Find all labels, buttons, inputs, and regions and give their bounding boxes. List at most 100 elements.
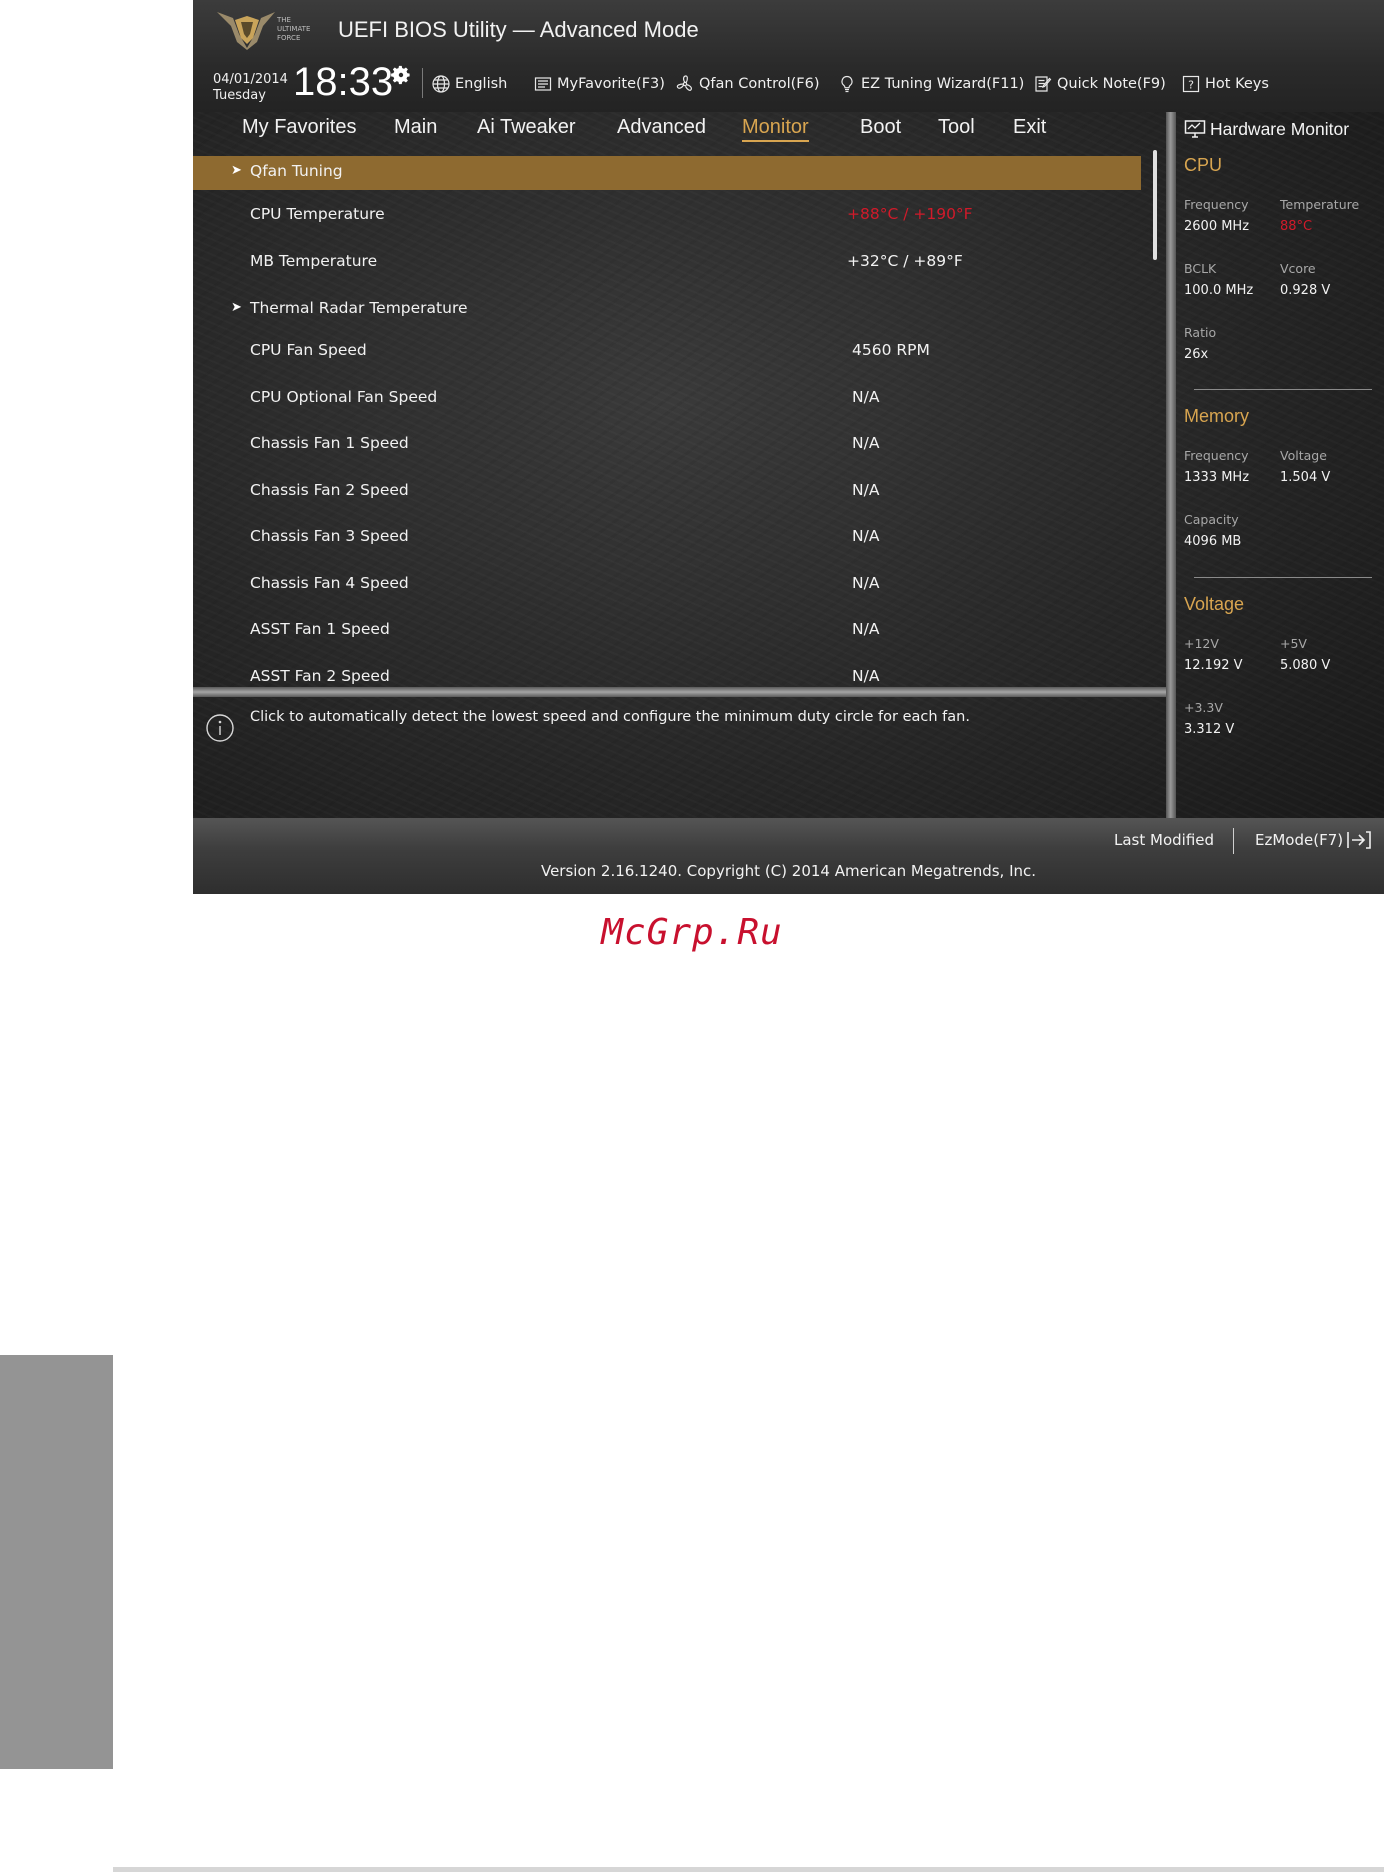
capacity-label: Capacity bbox=[1184, 512, 1239, 527]
ez-tuning-wizard-button[interactable]: EZ Tuning Wizard(F11) bbox=[837, 72, 1024, 96]
vcore-value: 0.928 V bbox=[1280, 283, 1331, 298]
hot-keys-button[interactable]: ? Hot Keys bbox=[1181, 72, 1269, 96]
scrollbar-thumb[interactable] bbox=[1153, 150, 1157, 260]
bclk-label: BCLK bbox=[1184, 261, 1217, 276]
cpu-fan-speed-row[interactable]: CPU Fan Speed 4560 RPM bbox=[193, 335, 1141, 369]
tab-exit[interactable]: Exit bbox=[1013, 116, 1046, 139]
date-text: 04/01/2014 bbox=[213, 72, 288, 87]
chassis-fan-3-row[interactable]: Chassis Fan 3 Speed N/A bbox=[193, 521, 1141, 555]
help-key-icon: ? bbox=[1182, 75, 1200, 93]
v12-value: 12.192 V bbox=[1184, 658, 1243, 673]
monitor-settings-list: ➤ Qfan Tuning CPU Temperature +88°C / +1… bbox=[193, 152, 1166, 687]
tab-ai-tweaker[interactable]: Ai Tweaker bbox=[477, 116, 576, 139]
bclk-value: 100.0 MHz bbox=[1184, 283, 1254, 298]
header-separator bbox=[422, 68, 423, 98]
tab-tool[interactable]: Tool bbox=[938, 116, 975, 139]
v5-label: +5V bbox=[1280, 636, 1307, 651]
row-label: MB Temperature bbox=[250, 252, 378, 270]
chassis-fan-2-value: N/A bbox=[852, 481, 880, 499]
row-label: CPU Temperature bbox=[250, 205, 385, 223]
tab-main[interactable]: Main bbox=[394, 116, 437, 139]
myfavorite-button[interactable]: MyFavorite(F3) bbox=[533, 72, 665, 96]
date-display: 04/01/2014 Tuesday bbox=[213, 72, 288, 104]
memory-frequency-label: Frequency bbox=[1184, 448, 1249, 463]
logo-text-3: FORCE bbox=[277, 34, 300, 42]
tab-advanced[interactable]: Advanced bbox=[617, 116, 706, 139]
row-label: Chassis Fan 1 Speed bbox=[250, 434, 409, 452]
row-label: Chassis Fan 2 Speed bbox=[250, 481, 409, 499]
footer-separator bbox=[1233, 828, 1234, 854]
help-text: Click to automatically detect the lowest… bbox=[250, 709, 970, 725]
ezmode-button[interactable]: EzMode(F7) bbox=[1255, 831, 1343, 849]
version-text: Version 2.16.1240. Copyright (C) 2014 Am… bbox=[540, 862, 1037, 880]
chassis-fan-1-value: N/A bbox=[852, 434, 880, 452]
hardware-monitor-label: Hardware Monitor bbox=[1210, 118, 1350, 139]
svg-text:?: ? bbox=[1188, 79, 1194, 92]
fan-icon bbox=[676, 75, 692, 91]
section-divider bbox=[1194, 389, 1372, 390]
quick-note-button[interactable]: Quick Note(F9) bbox=[1033, 72, 1166, 96]
last-modified-button[interactable]: Last Modified bbox=[1114, 831, 1214, 849]
mb-temperature-value: +32°C / +89°F bbox=[847, 252, 963, 270]
chassis-fan-3-value: N/A bbox=[852, 527, 880, 545]
asst-fan-2-row[interactable]: ASST Fan 2 Speed N/A bbox=[193, 661, 1141, 687]
footer-bar: Last Modified EzMode(F7) Version 2.16.12… bbox=[193, 818, 1384, 894]
row-label: ASST Fan 2 Speed bbox=[250, 667, 390, 685]
capacity-value: 4096 MB bbox=[1184, 534, 1242, 549]
cpu-temperature-label: Temperature bbox=[1280, 197, 1360, 212]
monitor-icon bbox=[1184, 120, 1206, 138]
tuf-logo: THE ULTIMATE FORCE bbox=[217, 12, 310, 50]
memory-voltage-value: 1.504 V bbox=[1280, 470, 1331, 485]
page-bottom-rule bbox=[113, 1867, 1384, 1872]
chassis-fan-1-row[interactable]: Chassis Fan 1 Speed N/A bbox=[193, 428, 1141, 462]
mb-temperature-row[interactable]: MB Temperature +32°C / +89°F bbox=[193, 246, 1141, 280]
asst-fan-1-value: N/A bbox=[852, 620, 880, 638]
hot-keys-label: Hot Keys bbox=[1205, 76, 1269, 92]
memory-section-title: Memory bbox=[1184, 406, 1250, 426]
day-text: Tuesday bbox=[213, 88, 266, 103]
header-bar: THE ULTIMATE FORCE UEFI BIOS Utility — A… bbox=[193, 0, 1384, 112]
ratio-value: 26x bbox=[1184, 347, 1209, 362]
tab-boot[interactable]: Boot bbox=[860, 116, 901, 139]
v33-label: +3.3V bbox=[1184, 700, 1223, 715]
section-divider bbox=[1194, 577, 1372, 578]
bios-screen: THE ULTIMATE FORCE UEFI BIOS Utility — A… bbox=[193, 0, 1384, 894]
ratio-label: Ratio bbox=[1184, 325, 1217, 340]
page-side-tab bbox=[0, 1355, 113, 1769]
cpu-temperature-value: +88°C / +190°F bbox=[847, 205, 973, 223]
chassis-fan-2-row[interactable]: Chassis Fan 2 Speed N/A bbox=[193, 475, 1141, 509]
panel-divider-vertical bbox=[1166, 112, 1176, 818]
submenu-arrow-icon: ➤ bbox=[231, 300, 242, 315]
row-label: CPU Optional Fan Speed bbox=[250, 388, 438, 406]
myfavorite-label: MyFavorite(F3) bbox=[557, 76, 665, 92]
globe-icon bbox=[432, 75, 450, 93]
voltage-section-title: Voltage bbox=[1184, 594, 1245, 614]
cpu-temperature-row[interactable]: CPU Temperature +88°C / +190°F bbox=[193, 199, 1141, 233]
tab-monitor[interactable]: Monitor bbox=[742, 116, 809, 142]
memory-voltage-label: Voltage bbox=[1280, 448, 1327, 463]
cpu-optional-fan-value: N/A bbox=[852, 388, 880, 406]
lightbulb-icon bbox=[841, 75, 853, 93]
chassis-fan-4-row[interactable]: Chassis Fan 4 Speed N/A bbox=[193, 568, 1141, 602]
vcore-label: Vcore bbox=[1280, 261, 1316, 276]
quick-note-label: Quick Note(F9) bbox=[1057, 76, 1166, 92]
thermal-radar-row[interactable]: ➤ Thermal Radar Temperature bbox=[193, 293, 1141, 327]
cpu-optional-fan-row[interactable]: CPU Optional Fan Speed N/A bbox=[193, 382, 1141, 416]
memory-frequency-value: 1333 MHz bbox=[1184, 470, 1250, 485]
bios-title: UEFI BIOS Utility — Advanced Mode bbox=[338, 17, 699, 42]
asst-fan-1-row[interactable]: ASST Fan 1 Speed N/A bbox=[193, 614, 1141, 648]
row-label: CPU Fan Speed bbox=[250, 341, 367, 359]
language-label: English bbox=[455, 76, 508, 92]
asst-fan-2-value: N/A bbox=[852, 667, 880, 685]
chassis-fan-4-value: N/A bbox=[852, 574, 880, 592]
cpu-section-title: CPU bbox=[1184, 155, 1223, 175]
language-button[interactable]: English bbox=[431, 72, 507, 96]
cpu-temperature-reading: 88°C bbox=[1280, 219, 1313, 234]
tab-my-favorites[interactable]: My Favorites bbox=[242, 116, 356, 139]
qfan-control-button[interactable]: Qfan Control(F6) bbox=[675, 72, 820, 96]
exit-to-ezmode-icon[interactable] bbox=[1346, 830, 1372, 850]
gear-icon[interactable] bbox=[390, 64, 412, 86]
info-icon bbox=[206, 714, 234, 742]
qfan-tuning-row[interactable]: ➤ Qfan Tuning bbox=[193, 156, 1141, 190]
clock: 18:33 bbox=[293, 60, 394, 104]
